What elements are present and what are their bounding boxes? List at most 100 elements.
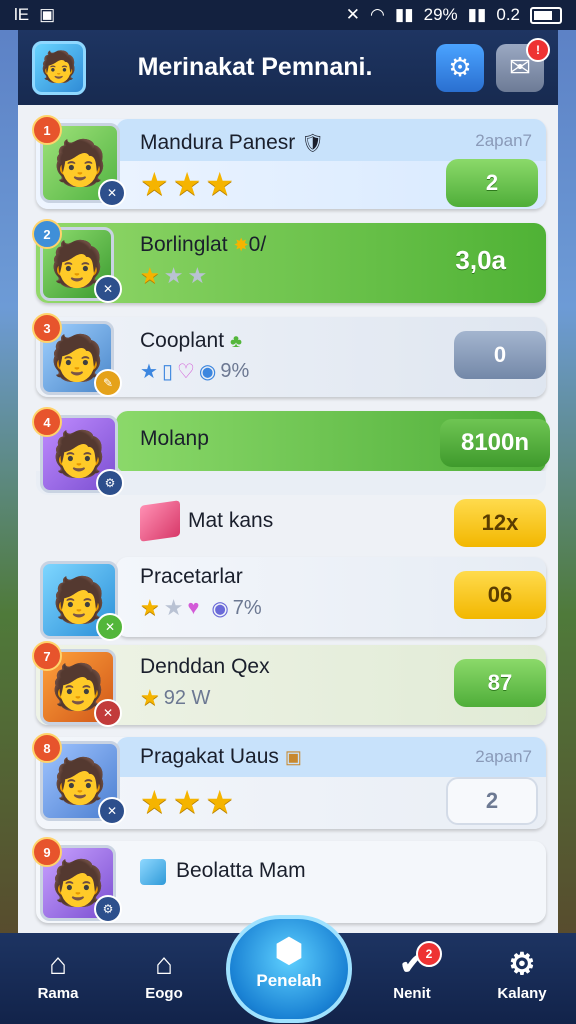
cube-icon <box>140 859 166 885</box>
star-icon: ★ <box>172 166 202 202</box>
nav-play-button[interactable]: ⬢ Penelah <box>226 915 352 1023</box>
heart-icon: ♥ <box>187 596 200 619</box>
list-item[interactable]: 🧑 2 ✕ Borlinglat ✸0/ ★ ★ ★ 3,0a <box>32 219 546 303</box>
player-name: Mandura Panesr 🛡 <box>140 131 325 154</box>
gem-icon: ✸ <box>233 235 249 255</box>
shop-icon: ⌂ <box>154 948 174 981</box>
star-icon: ★ <box>140 263 160 288</box>
list-item[interactable]: 🧑 4 ⚙ Molanp 8100n <box>32 407 550 497</box>
score-pill[interactable]: 2 <box>446 159 538 207</box>
score-pill[interactable]: 12x <box>454 499 546 547</box>
rank-badge: 9 <box>32 837 62 867</box>
role-icon: ⚙ <box>94 895 122 923</box>
list-item[interactable]: 🧑 8 ✕ Pragakat Uaus ▣ 2apan7 ★ ★ ★ 2 <box>32 733 546 829</box>
list-item[interactable]: 🧑 9 ⚙ Beolatta Mam <box>32 837 546 923</box>
signal-icon: ▮▮ <box>394 5 414 24</box>
nav-home[interactable]: ⌂ Rama <box>18 945 98 1002</box>
star-rating: ★ ★ ★ <box>140 783 234 821</box>
nav-label: Penelah <box>256 971 322 990</box>
star-icon: ★ <box>140 595 160 620</box>
player-avatar[interactable]: 🧑 <box>32 40 86 95</box>
battery-icon <box>530 6 562 24</box>
role-icon: ⚙ <box>96 469 124 497</box>
check-icon: ✔ 2 <box>372 941 452 985</box>
status-label: lЕ <box>14 5 30 24</box>
progress-percent: 9% <box>220 360 250 382</box>
orb-icon: ◉ <box>211 597 229 620</box>
score-pill[interactable]: 8100n <box>440 419 550 467</box>
player-name: Denddan Qex <box>140 655 270 678</box>
clover-icon: ♣ <box>230 331 242 351</box>
nav-label: Nenit <box>393 985 431 1002</box>
player-name: Pragakat Uaus ▣ <box>140 745 302 768</box>
star-icon: ★ <box>140 685 160 710</box>
bottom-nav: ⌂ Rama ⌂ Eogo ⬢ Penelah ✔ 2 Nenit ⚙ Kalan… <box>0 915 576 1024</box>
score-value: 0 <box>493 342 507 367</box>
globe-icon: ◉ <box>198 361 217 383</box>
rank-badge: 2 <box>32 219 62 249</box>
star-rating: ★ 92 W <box>140 685 210 711</box>
star-icon: ★ <box>163 263 184 288</box>
role-icon: ✕ <box>94 275 122 303</box>
stat-text: 92 W <box>163 686 211 709</box>
player-name: Pracetarlar <box>140 565 243 588</box>
nav-shop[interactable]: ⌂ Eogo <box>124 945 204 1002</box>
notification-icon: ▣ <box>39 5 56 24</box>
chest-icon: ▣ <box>284 747 302 767</box>
list-item[interactable]: 🧑 7 ✕ Denddan Qex ★ 92 W 87 <box>32 641 546 727</box>
role-icon: ✕ <box>98 797 126 825</box>
role-icon: ✕ <box>96 613 124 641</box>
gift-icon <box>140 500 180 542</box>
nav-badge: 2 <box>416 941 442 967</box>
score-value: 3,0a <box>455 245 506 275</box>
star-rating: ★ ★ ★ <box>140 165 234 203</box>
star-icon: ★ <box>140 361 158 383</box>
list-item[interactable]: Mat kans 12x <box>36 497 546 553</box>
shield-icon: ⬢ <box>274 932 304 970</box>
row-tag: 2apan7 <box>475 131 532 150</box>
list-item[interactable]: 🧑 ✕ Pracetarlar ★ ★ ♥ ◉ 7% 06 <box>36 557 546 641</box>
score-pill[interactable]: 2 <box>446 777 538 825</box>
nav-label: Eogo <box>145 985 183 1002</box>
role-icon: ✕ <box>98 179 126 207</box>
page-title: Merinakat Pemnani. <box>137 53 373 81</box>
role-icon: ✎ <box>94 369 122 397</box>
home-icon: ⌂ <box>48 948 68 981</box>
search-button[interactable]: ⚙ <box>436 43 484 92</box>
star-icon: ★ <box>187 263 208 288</box>
item-icons: ★ ▯ ♡ ◉ 9% <box>140 359 249 384</box>
rank-badge: 1 <box>32 115 62 145</box>
list-item[interactable]: 🧑 1 ✕ Mandura Panesr 🛡 2apan7 ★ ★ ★ 2 <box>32 115 546 209</box>
star-icon: ★ <box>163 595 184 620</box>
inbox-button[interactable]: ✉ ! <box>496 37 550 92</box>
star-icon: ★ <box>140 784 169 820</box>
item-icons: ★ ★ ♥ ◉ 7% <box>140 595 262 621</box>
card-icon: ▯ <box>161 361 173 383</box>
score-pill[interactable]: 0 <box>454 331 546 379</box>
score-pill[interactable]: 87 <box>454 659 546 707</box>
role-icon: ✕ <box>94 699 122 727</box>
rank-badge: 3 <box>32 313 62 343</box>
nav-news[interactable]: ✔ 2 Nenit <box>372 941 452 1002</box>
search-icon: ⚙ <box>448 52 472 82</box>
clock: 0.2 <box>496 5 520 24</box>
leaderboard-list: 🧑 1 ✕ Mandura Panesr 🛡 2apan7 ★ ★ ★ 2 🧑 2… <box>18 105 558 933</box>
battery-percent: 29% <box>423 5 458 24</box>
nav-label: Rama <box>37 985 79 1002</box>
status-bar: lЕ ▣ ✕ ◠ ▮▮ 29% ▮▮ 0.2 <box>0 0 576 30</box>
star-icon: ★ <box>205 784 235 820</box>
star-icon: ★ <box>172 784 202 820</box>
row-tag: 2apan7 <box>475 747 532 766</box>
heart-icon: ♡ <box>176 361 195 383</box>
list-item[interactable]: 🧑 3 ✎ Cooplant ♣ ★ ▯ ♡ ◉ 9% 0 <box>32 313 546 397</box>
score-pill[interactable]: 06 <box>454 571 546 619</box>
star-icon: ★ <box>140 166 169 202</box>
rank-badge: 7 <box>32 641 62 671</box>
player-name: Borlinglat ✸0/ <box>140 233 267 256</box>
shield-icon: 🛡 <box>301 133 325 153</box>
rank-badge: 4 <box>32 407 62 437</box>
header: 🧑 Merinakat Pemnani. ⚙ ✉ ! <box>18 30 558 105</box>
nav-settings[interactable]: ⚙ Kalany <box>482 945 562 1002</box>
player-name: Molanp <box>140 427 209 450</box>
player-name: Cooplant ♣ <box>140 329 242 352</box>
